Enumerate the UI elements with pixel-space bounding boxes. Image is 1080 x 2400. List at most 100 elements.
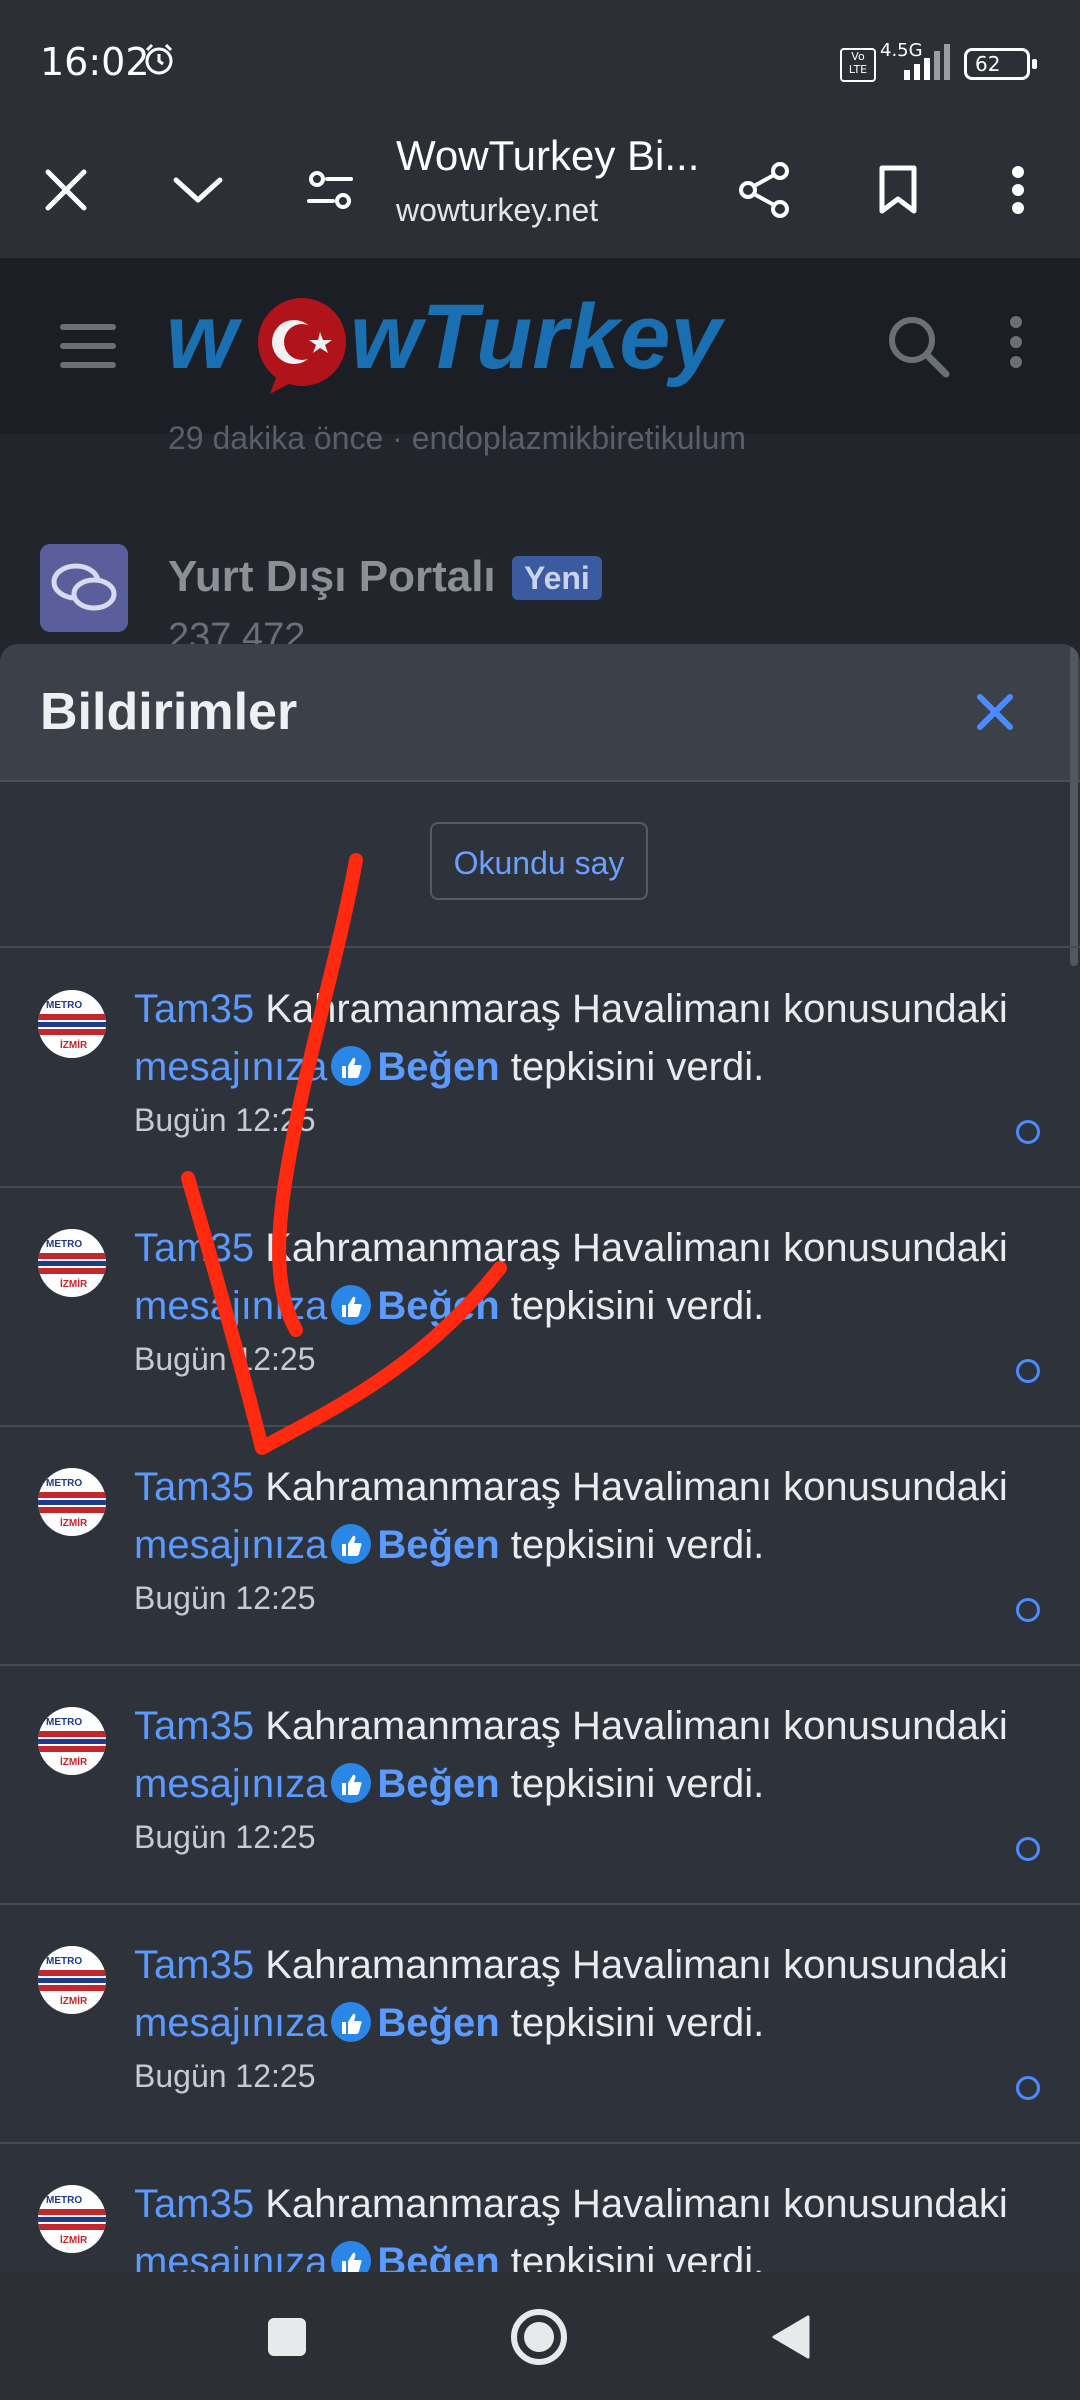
page-url[interactable]: wowturkey.net [396,192,598,229]
panel-header: Bildirimler [0,644,1080,782]
tune-icon [307,171,353,209]
status-time: 16:02 [40,40,150,84]
square-icon [268,2318,306,2356]
notification-text: Tam35 Kahramanmaraş Havalimanı konusunda… [134,1219,1054,1335]
avatar[interactable]: METRO İZMİR [38,1946,106,2014]
svg-text:w: w [166,290,243,388]
svg-text:METRO: METRO [46,1956,82,1967]
notification-end: tepkisini verdi. [510,1045,765,1089]
notification-item[interactable]: METRO İZMİR Tam35 Kahramanmaraş Havalima… [0,1665,1080,1905]
notification-user-link[interactable]: Tam35 [134,1226,254,1270]
close-icon [45,169,87,211]
reaction-label: Beğen [377,1762,500,1806]
forum-list-background [0,434,1080,654]
svg-text:METRO: METRO [46,1000,82,1011]
reaction-label: Beğen [377,2001,500,2045]
notification-body: Kahramanmaraş Havalimanı konusundaki [265,1704,1008,1748]
unread-indicator[interactable] [1016,1359,1040,1383]
svg-text:wTurkey: wTurkey [350,290,725,388]
notification-body: Kahramanmaraş Havalimanı konusundaki [265,1943,1008,1987]
back-button[interactable] [756,2302,826,2372]
svg-text:İZMİR: İZMİR [60,1277,88,1290]
thumbs-up-icon [331,1763,372,1804]
avatar[interactable]: METRO İZMİR [38,1468,106,1536]
share-icon [739,162,789,218]
bookmark-button[interactable] [860,152,936,228]
notification-body: Kahramanmaraş Havalimanı konusundaki [265,987,1008,1031]
unread-indicator[interactable] [1016,2076,1040,2100]
panel-close-button[interactable] [976,684,1014,740]
notification-item[interactable]: METRO İZMİR Tam35 Kahramanmaraş Havalima… [0,2143,1080,2272]
notification-time: Bugün 12:25 [134,1341,316,1377]
page-title: WowTurkey Bi... [396,132,700,179]
thumbs-up-icon [331,1046,372,1087]
notification-time: Bugün 12:25 [134,1819,316,1855]
notification-message-link[interactable]: mesajınıza [134,1762,327,1806]
bookmark-icon [879,165,917,214]
notification-item[interactable]: METRO İZMİR Tam35 Kahramanmaraş Havalima… [0,1426,1080,1666]
notification-message-link[interactable]: mesajınıza [134,1523,327,1567]
browser-menu-button[interactable] [980,152,1056,228]
avatar[interactable]: METRO İZMİR [38,2185,106,2253]
metro-izmir-avatar-icon: METRO İZMİR [38,1956,106,2007]
unread-indicator[interactable] [1016,1598,1040,1622]
more-vertical-icon [1012,166,1024,214]
notification-text: Tam35 Kahramanmaraş Havalimanı konusunda… [134,1936,1054,2052]
close-tab-button[interactable] [28,152,104,228]
notification-user-link[interactable]: Tam35 [134,1943,254,1987]
metro-izmir-avatar-icon: METRO İZMİR [38,1478,106,1529]
notification-user-link[interactable]: Tam35 [134,1465,254,1509]
reaction-label: Beğen [377,1523,500,1567]
alarm-icon [145,43,173,75]
share-button[interactable] [726,152,802,228]
notification-message-link[interactable]: mesajınıza [134,1284,327,1328]
notification-message-link[interactable]: mesajınıza [134,2001,327,2045]
notification-message-link[interactable]: mesajınıza [134,1045,327,1089]
notification-item[interactable]: METRO İZMİR Tam35 Kahramanmaraş Havalima… [0,1904,1080,2144]
notification-body: Kahramanmaraş Havalimanı konusundaki [265,1226,1008,1270]
metro-izmir-avatar-icon: METRO İZMİR [38,1000,106,1051]
svg-text:İZMİR: İZMİR [60,1755,88,1768]
svg-text:İZMİR: İZMİR [60,2233,88,2246]
thumbs-up-icon [331,1285,372,1326]
notifications-panel: Bildirimler Okundu say METRO İZMİR Tam35… [0,644,1080,2272]
notification-end: tepkisini verdi. [510,2240,765,2272]
recents-button[interactable] [252,2302,322,2372]
notification-text: Tam35 Kahramanmaraş Havalimanı konusunda… [134,1697,1054,1813]
avatar[interactable]: METRO İZMİR [38,1707,106,1775]
notification-time: Bugün 12:25 [134,1580,316,1616]
minimize-button[interactable] [160,152,236,228]
hamburger-menu-icon[interactable] [60,322,116,370]
status-bar: 16:02 Vo LTE 4.5G 62 [0,0,1080,124]
last-post-meta: 29 dakika önce · endoplazmikbiretikulum [168,420,747,456]
home-button[interactable] [504,2302,574,2372]
site-menu-icon[interactable] [1008,314,1024,370]
svg-text:METRO: METRO [46,1717,82,1728]
system-nav-bar [0,2272,1080,2400]
notification-text: Tam35 Kahramanmaraş Havalimanı konusunda… [134,1458,1054,1574]
wowturkey-logo[interactable]: w wTurkey [166,290,798,402]
notification-user-link[interactable]: Tam35 [134,2182,254,2226]
notification-body: Kahramanmaraş Havalimanı konusundaki [265,1465,1008,1509]
forum-title[interactable]: Yurt Dışı Portalı [168,552,496,602]
notification-item[interactable]: METRO İZMİR Tam35 Kahramanmaraş Havalima… [0,1187,1080,1427]
site-settings-button[interactable] [292,152,368,228]
notification-end: tepkisini verdi. [510,2001,765,2045]
search-icon[interactable] [886,314,950,378]
notification-user-link[interactable]: Tam35 [134,1704,254,1748]
mark-read-button[interactable]: Okundu say [430,822,648,900]
new-badge: Yeni [512,556,602,600]
mark-read-row: Okundu say [0,782,1080,948]
thumbs-up-icon [331,2241,372,2272]
notification-end: tepkisini verdi. [510,1762,765,1806]
notification-item[interactable]: METRO İZMİR Tam35 Kahramanmaraş Havalima… [0,948,1080,1188]
notification-user-link[interactable]: Tam35 [134,987,254,1031]
triangle-back-icon [772,2315,810,2359]
notification-message-link[interactable]: mesajınıza [134,2240,327,2272]
svg-text:İZMİR: İZMİR [60,1038,88,1051]
battery-icon: 62 [964,48,1037,80]
unread-indicator[interactable] [1016,1120,1040,1144]
avatar[interactable]: METRO İZMİR [38,990,106,1058]
unread-indicator[interactable] [1016,1837,1040,1861]
avatar[interactable]: METRO İZMİR [38,1229,106,1297]
